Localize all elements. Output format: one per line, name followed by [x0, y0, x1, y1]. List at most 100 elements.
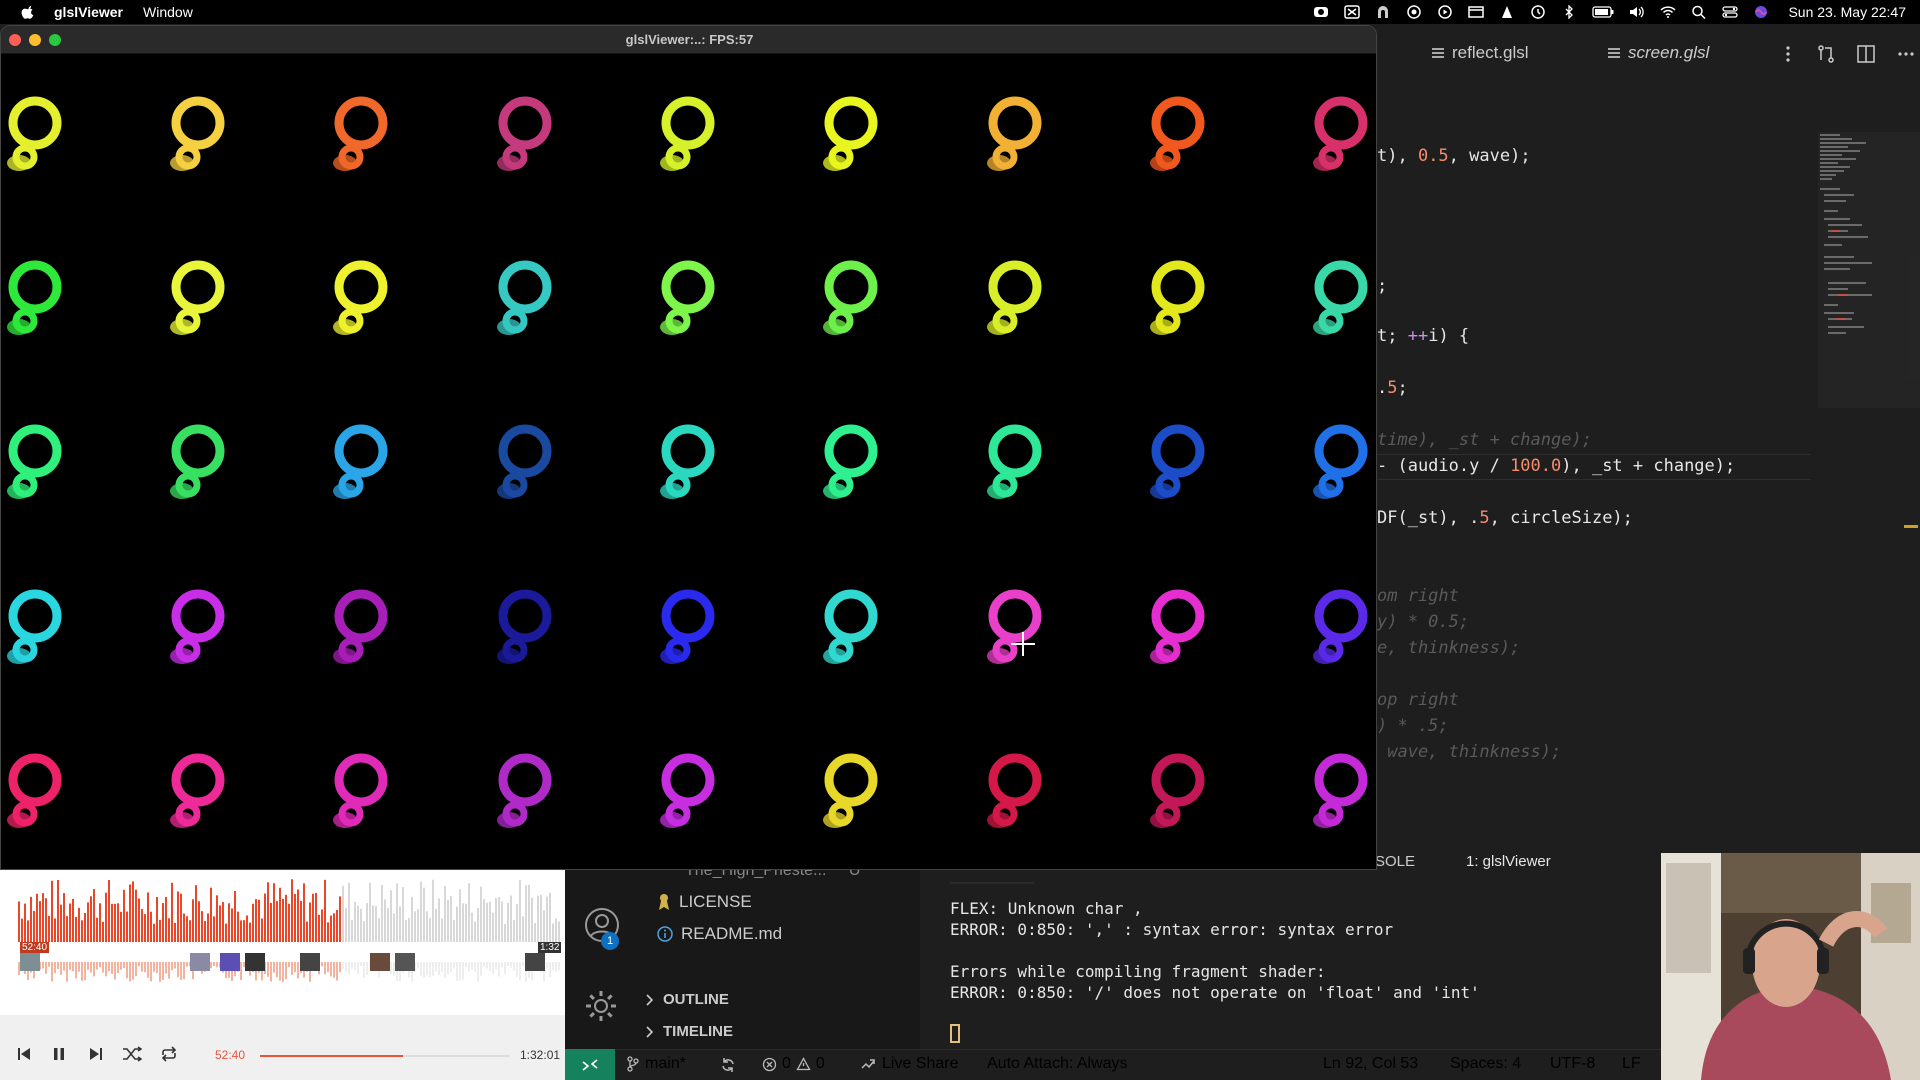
explorer-file-readme[interactable]: README.md [657, 924, 782, 944]
chapter-thumbnail[interactable] [245, 953, 265, 971]
live-share-button[interactable]: Live Share [860, 1055, 959, 1073]
minimap[interactable] [1818, 132, 1904, 412]
camera-record-icon[interactable] [1313, 5, 1329, 19]
waveform-bar [405, 920, 407, 942]
code-line[interactable]: e, thinkness); [1377, 638, 1520, 658]
chapter-thumbnail[interactable] [190, 953, 210, 971]
tab-screen-glsl[interactable]: screen.glsl [1608, 43, 1709, 63]
creative-cloud-icon[interactable] [1406, 5, 1422, 19]
audio-waveform[interactable] [0, 870, 565, 1015]
waveform-bar [75, 916, 77, 942]
code-line[interactable]: ) * .5; [1377, 716, 1449, 736]
waveform-bar [522, 916, 524, 942]
time-machine-icon[interactable] [1530, 5, 1546, 19]
code-line[interactable]: time), _st + change); [1377, 430, 1592, 450]
waveform-reflection [465, 962, 467, 968]
chapter-thumbnail[interactable] [300, 953, 320, 971]
chapter-thumbnail[interactable] [370, 953, 390, 971]
repeat-icon[interactable] [160, 1046, 178, 1062]
waveform-bar [330, 915, 332, 942]
control-center-icon[interactable] [1722, 5, 1739, 19]
explorer-file-license[interactable]: LICENSE [657, 892, 752, 912]
battery-icon[interactable] [1592, 5, 1614, 19]
source-control-compare-icon[interactable] [1816, 44, 1836, 64]
waveform-bar [237, 911, 239, 942]
menubar-clock[interactable]: Sun 23. May 22:47 [1788, 4, 1906, 20]
code-line[interactable]: wave, thinkness); [1377, 742, 1561, 762]
next-icon[interactable] [88, 1046, 104, 1062]
code-line[interactable]: t; ++i) { [1377, 326, 1469, 346]
apple-icon[interactable] [20, 4, 36, 20]
bluetooth-icon[interactable] [1561, 5, 1577, 19]
wifi-icon[interactable] [1660, 5, 1676, 19]
code-line[interactable]: t), 0.5, wave); [1377, 146, 1531, 166]
shader-ring [1150, 424, 1205, 499]
code-line[interactable]: om right [1377, 586, 1459, 606]
code-line[interactable]: ; [1377, 276, 1387, 296]
more-actions-icon[interactable] [1896, 44, 1916, 64]
eol-status[interactable]: LF [1622, 1055, 1641, 1073]
waveform-bar [93, 889, 95, 942]
section-timeline[interactable]: TIMELINE [645, 1023, 733, 1040]
tab-reflect-glsl[interactable]: reflect.glsl [1432, 43, 1529, 63]
shader-ring [170, 589, 225, 664]
sync-icon[interactable] [720, 1057, 736, 1073]
chapter-thumbnail[interactable] [525, 953, 545, 971]
kebab-icon[interactable] [1780, 44, 1796, 64]
window-icon[interactable] [1468, 5, 1485, 19]
waveform-bar [69, 903, 71, 942]
waveform-reflection [366, 962, 368, 975]
capcut-icon[interactable] [1344, 5, 1361, 19]
shuffle-icon[interactable] [122, 1046, 142, 1062]
gear-icon[interactable] [583, 988, 619, 1024]
waveform-reflection [348, 962, 350, 976]
auto-attach-status[interactable]: Auto Attach: Always [987, 1055, 1128, 1073]
encoding-status[interactable]: UTF-8 [1550, 1055, 1595, 1073]
code-line[interactable]: y) * 0.5; [1377, 612, 1469, 632]
close-button[interactable] [9, 34, 21, 46]
section-outline[interactable]: OUTLINE [645, 991, 729, 1008]
remote-button[interactable] [565, 1049, 615, 1080]
branch-status[interactable]: main* [627, 1055, 686, 1073]
waveform-reflection [168, 962, 170, 979]
siri-icon[interactable] [1753, 5, 1769, 19]
code-line[interactable]: op right [1377, 690, 1459, 710]
terminal-selector[interactable]: 1: glslViewer [1466, 853, 1551, 870]
shader-ring [1313, 260, 1368, 335]
vlc-cone-icon[interactable] [1499, 5, 1515, 19]
shader-ring [987, 753, 1042, 828]
waveform-bar [249, 922, 251, 942]
progress-bar[interactable] [260, 1055, 510, 1057]
waveform-reflection [105, 962, 107, 977]
problems-status[interactable]: 0 0 [762, 1055, 825, 1073]
menu-window[interactable]: Window [143, 4, 193, 20]
cursor-position[interactable]: Ln 92, Col 53 [1323, 1055, 1418, 1073]
shader-canvas[interactable] [1, 55, 1376, 870]
code-line[interactable]: - (audio.y / 100.0), _st + change); [1377, 456, 1735, 476]
code-line[interactable]: .5; [1377, 378, 1408, 398]
waveform-reflection [213, 962, 215, 967]
zoom-button[interactable] [49, 34, 61, 46]
chapter-thumbnail[interactable] [395, 953, 415, 971]
code-line[interactable]: DF(_st), .5, circleSize); [1377, 508, 1633, 528]
volume-icon[interactable] [1629, 5, 1645, 19]
waveform-bar [252, 903, 254, 942]
minimize-button[interactable] [29, 34, 41, 46]
code-editor[interactable]: t), 0.5, wave);; t; ++i) { .5; time), _st +… [1377, 138, 1817, 778]
tab-label: reflect.glsl [1452, 43, 1529, 62]
chapter-thumbnail[interactable] [20, 953, 40, 971]
chapter-thumbnail[interactable] [220, 953, 240, 971]
tab-debug-console[interactable]: SOLE [1375, 853, 1415, 870]
play-circle-icon[interactable] [1437, 5, 1453, 19]
pause-icon[interactable] [51, 1046, 67, 1062]
split-editor-icon[interactable] [1856, 44, 1876, 64]
app-menu-name[interactable]: glslViewer [54, 4, 123, 20]
waveform-bar [297, 889, 299, 942]
arch-icon[interactable] [1375, 5, 1391, 19]
spotlight-search-icon[interactable] [1691, 5, 1707, 19]
indentation-status[interactable]: Spaces: 4 [1450, 1055, 1521, 1073]
glslviewer-window[interactable]: glslViewer:..: FPS:57 [0, 25, 1377, 870]
window-titlebar[interactable]: glslViewer:..: FPS:57 [1, 26, 1376, 54]
previous-icon[interactable] [16, 1046, 32, 1062]
terminal-cursor[interactable] [950, 1024, 960, 1043]
